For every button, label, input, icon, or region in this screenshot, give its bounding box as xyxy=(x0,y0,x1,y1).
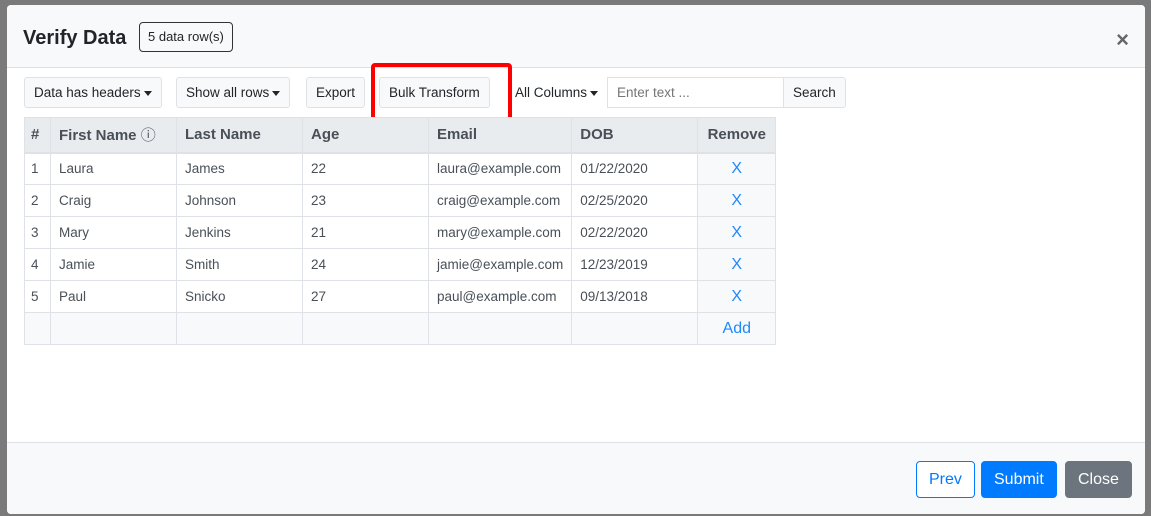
col-header-age[interactable]: Age xyxy=(302,117,429,154)
remove-row-button[interactable]: X xyxy=(731,256,742,273)
empty-cell xyxy=(427,312,573,345)
dob-cell[interactable]: 12/23/2019 xyxy=(571,248,699,281)
empty-cell xyxy=(24,312,51,345)
email-cell[interactable]: jamie@example.com xyxy=(427,248,573,281)
close-button[interactable]: Close xyxy=(1065,461,1132,498)
columns-label: All Columns xyxy=(515,85,588,100)
remove-cell: X xyxy=(697,248,777,281)
age-cell[interactable]: 24 xyxy=(302,248,429,281)
caret-down-icon xyxy=(590,90,599,96)
remove-row-button[interactable]: X xyxy=(731,192,742,209)
email-cell[interactable]: craig@example.com xyxy=(427,184,573,217)
search-button[interactable]: Search xyxy=(783,77,846,108)
row-number: 1 xyxy=(24,152,51,185)
dob-cell[interactable]: 02/22/2020 xyxy=(571,216,699,249)
age-cell[interactable]: 23 xyxy=(302,184,429,217)
age-cell[interactable]: 22 xyxy=(302,152,429,185)
submit-button[interactable]: Submit xyxy=(981,461,1057,498)
columns-dropdown[interactable]: All Columns xyxy=(506,77,607,108)
table-header-row: # First Name ⓘ Last Name Age Email DOB R… xyxy=(24,117,777,154)
rows-dropdown[interactable]: Show all rows xyxy=(176,77,291,108)
last-name-cell[interactable]: Smith xyxy=(176,248,303,281)
modal-footer: Prev Submit Close xyxy=(7,442,1145,514)
col-header-first-name[interactable]: First Name ⓘ xyxy=(50,117,177,154)
email-cell[interactable]: paul@example.com xyxy=(427,280,573,313)
modal-header: Verify Data 5 data row(s) × xyxy=(7,5,1145,68)
table-row: 4 Jamie Smith 24 jamie@example.com 12/23/2019… xyxy=(24,248,777,281)
last-name-cell[interactable]: Johnson xyxy=(176,184,303,217)
remove-cell: X xyxy=(697,216,777,249)
add-cell: Add xyxy=(697,312,777,345)
data-table: # First Name ⓘ Last Name Age Email DOB R… xyxy=(24,117,777,345)
age-cell[interactable]: 27 xyxy=(302,280,429,313)
last-name-cell[interactable]: Snicko xyxy=(176,280,303,313)
col-header-email[interactable]: Email xyxy=(427,117,573,154)
row-number: 4 xyxy=(24,248,51,281)
table-row: 3 Mary Jenkins 21 mary@example.com 02/22/2020… xyxy=(24,216,777,249)
first-name-cell[interactable]: Paul xyxy=(50,280,177,313)
search-input[interactable] xyxy=(607,77,784,108)
caret-down-icon xyxy=(272,90,281,96)
info-icon[interactable]: ⓘ xyxy=(141,127,156,144)
empty-cell xyxy=(571,312,699,345)
empty-cell xyxy=(302,312,429,345)
last-name-cell[interactable]: James xyxy=(176,152,303,185)
first-name-cell[interactable]: Laura xyxy=(50,152,177,185)
first-name-cell[interactable]: Mary xyxy=(50,216,177,249)
row-number: 5 xyxy=(24,280,51,313)
email-cell[interactable]: laura@example.com xyxy=(427,152,573,185)
age-cell[interactable]: 21 xyxy=(302,216,429,249)
remove-row-button[interactable]: X xyxy=(731,288,742,305)
table-row: 5 Paul Snicko 27 paul@example.com 09/13/2018 X xyxy=(24,280,777,313)
remove-cell: X xyxy=(697,184,777,217)
verify-data-modal: Verify Data 5 data row(s) × Data has hea… xyxy=(7,5,1145,514)
remove-cell: X xyxy=(697,280,777,313)
header-label: First Name xyxy=(59,127,137,145)
col-header-number: # xyxy=(24,117,51,154)
col-header-remove: Remove xyxy=(697,117,777,154)
row-number: 2 xyxy=(24,184,51,217)
row-count-badge: 5 data row(s) xyxy=(139,22,233,52)
remove-row-button[interactable]: X xyxy=(731,224,742,241)
headers-dropdown[interactable]: Data has headers xyxy=(24,77,162,108)
export-button[interactable]: Export xyxy=(306,77,366,108)
add-row-button[interactable]: Add xyxy=(723,320,751,337)
empty-cell xyxy=(50,312,177,345)
modal-title: Verify Data xyxy=(23,27,127,49)
first-name-cell[interactable]: Jamie xyxy=(50,248,177,281)
dob-cell[interactable]: 09/13/2018 xyxy=(571,280,699,313)
table-row: 1 Laura James 22 laura@example.com 01/22/2020… xyxy=(24,152,777,185)
dob-cell[interactable]: 02/25/2020 xyxy=(571,184,699,217)
close-icon[interactable]: × xyxy=(1116,27,1129,53)
dob-cell[interactable]: 01/22/2020 xyxy=(571,152,699,185)
rows-label: Show all rows xyxy=(186,85,270,100)
last-name-cell[interactable]: Jenkins xyxy=(176,216,303,249)
table-row: 2 Craig Johnson 23 craig@example.com 02/25/20… xyxy=(24,184,777,217)
col-header-last-name[interactable]: Last Name xyxy=(176,117,303,154)
highlight-box xyxy=(371,63,512,123)
prev-button[interactable]: Prev xyxy=(916,461,975,498)
row-number: 3 xyxy=(24,216,51,249)
col-header-dob[interactable]: DOB xyxy=(571,117,699,154)
email-cell[interactable]: mary@example.com xyxy=(427,216,573,249)
remove-cell: X xyxy=(697,152,777,185)
empty-cell xyxy=(176,312,303,345)
caret-down-icon xyxy=(143,90,152,96)
remove-row-button[interactable]: X xyxy=(731,160,742,177)
add-row: Add xyxy=(24,312,777,345)
headers-label: Data has headers xyxy=(34,85,141,100)
first-name-cell[interactable]: Craig xyxy=(50,184,177,217)
